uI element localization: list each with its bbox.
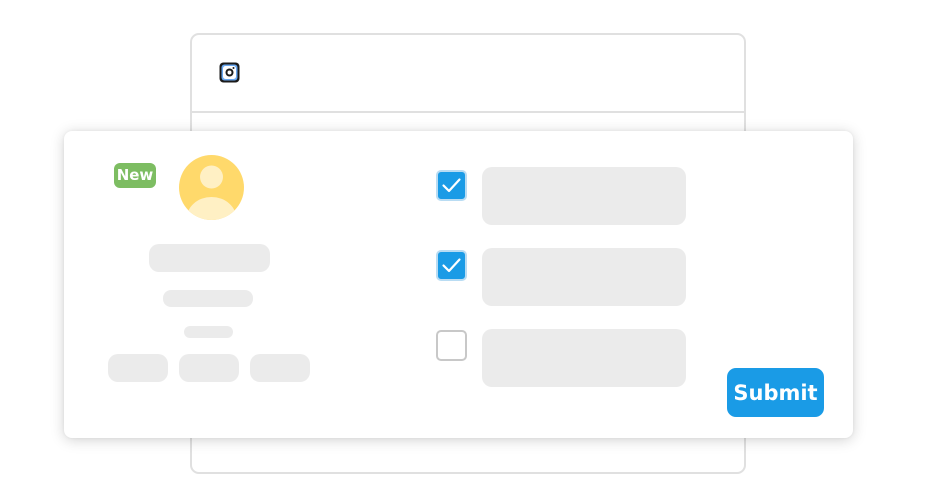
camera-app-icon[interactable] <box>219 62 240 83</box>
subtitle-placeholder <box>163 290 253 307</box>
checkbox-3[interactable] <box>436 330 467 361</box>
new-badge: New <box>114 163 156 188</box>
stage: New Submit <box>0 0 934 501</box>
field-3-placeholder[interactable] <box>482 329 686 387</box>
checkmark-icon <box>442 178 461 193</box>
field-2-placeholder[interactable] <box>482 248 686 306</box>
checkbox-1[interactable] <box>436 170 467 201</box>
checkmark-icon <box>442 258 461 273</box>
user-avatar-icon <box>179 155 244 220</box>
submit-button[interactable]: Submit <box>727 368 824 417</box>
tag-placeholder <box>250 354 310 382</box>
checkbox-2[interactable] <box>436 250 467 281</box>
tag-placeholder <box>108 354 168 382</box>
field-1-placeholder[interactable] <box>482 167 686 225</box>
tag-placeholder <box>179 354 239 382</box>
caption-placeholder <box>184 326 233 338</box>
name-placeholder <box>149 244 270 272</box>
profile-card: New Submit <box>64 131 853 438</box>
window-header <box>192 35 744 113</box>
